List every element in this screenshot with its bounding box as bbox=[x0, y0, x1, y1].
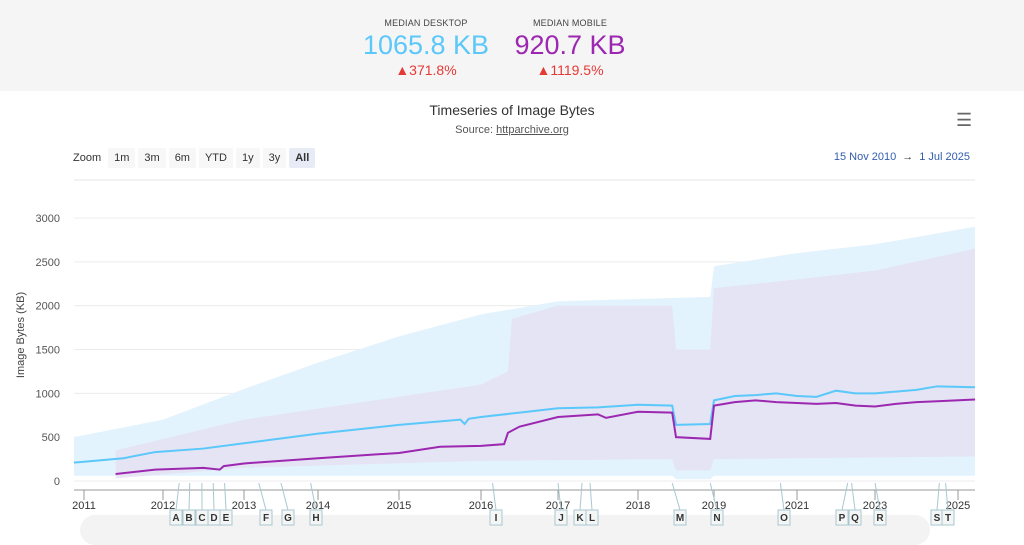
annotation-line bbox=[225, 483, 226, 510]
annotation-label[interactable]: P bbox=[839, 513, 846, 524]
annotation-line bbox=[937, 483, 939, 510]
annotation-line bbox=[852, 483, 855, 510]
annotation-label[interactable]: K bbox=[576, 513, 584, 524]
annotation-label[interactable]: G bbox=[284, 513, 292, 524]
annotation-label[interactable]: Q bbox=[851, 513, 859, 524]
x-tick-label: 2013 bbox=[232, 500, 256, 512]
y-tick-label: 2000 bbox=[36, 301, 60, 313]
annotation-line bbox=[176, 483, 179, 510]
annotation-label[interactable]: I bbox=[495, 513, 498, 524]
annotation-line bbox=[281, 483, 288, 510]
annotation-line bbox=[213, 483, 214, 510]
y-tick-label: 3000 bbox=[36, 213, 60, 225]
annotation-line bbox=[580, 483, 582, 510]
annotation-label[interactable]: M bbox=[676, 513, 684, 524]
x-tick-label: 2018 bbox=[626, 500, 650, 512]
annotation-line bbox=[590, 483, 592, 510]
annotation-label[interactable]: T bbox=[945, 513, 951, 524]
y-tick-label: 0 bbox=[54, 476, 60, 488]
y-tick-label: 2500 bbox=[36, 257, 60, 269]
annotation-label[interactable]: C bbox=[198, 513, 205, 524]
y-axis-label: Image Bytes (KB) bbox=[15, 292, 27, 378]
y-tick-label: 500 bbox=[42, 432, 60, 444]
y-tick-label: 1000 bbox=[36, 388, 60, 400]
annotation-line bbox=[780, 483, 784, 510]
chart-svg: 0 500 1000 1500 2000 2500 3000 Image Bytes (KB)… bbox=[0, 0, 1024, 532]
x-tick-label: 2015 bbox=[387, 500, 411, 512]
annotation-line bbox=[189, 483, 190, 510]
annotation-label[interactable]: A bbox=[172, 513, 179, 524]
annotation-label[interactable]: O bbox=[780, 513, 788, 524]
y-tick-label: 1500 bbox=[36, 345, 60, 357]
annotation-label[interactable]: B bbox=[185, 513, 192, 524]
annotation-line bbox=[672, 483, 680, 510]
annotation-label[interactable]: R bbox=[876, 513, 884, 524]
annotation-label[interactable]: J bbox=[558, 513, 564, 524]
annotation-label[interactable]: D bbox=[210, 513, 217, 524]
annotation-label[interactable]: S bbox=[934, 513, 941, 524]
annotation-label[interactable]: F bbox=[263, 513, 269, 524]
annotation-label[interactable]: L bbox=[589, 513, 595, 524]
annotation-line bbox=[842, 483, 848, 510]
annotation-label[interactable]: H bbox=[312, 513, 319, 524]
x-tick-label: 2011 bbox=[72, 500, 96, 512]
annotation-label[interactable]: N bbox=[713, 513, 720, 524]
annotation-label[interactable]: E bbox=[223, 513, 230, 524]
annotation-line bbox=[259, 483, 266, 510]
